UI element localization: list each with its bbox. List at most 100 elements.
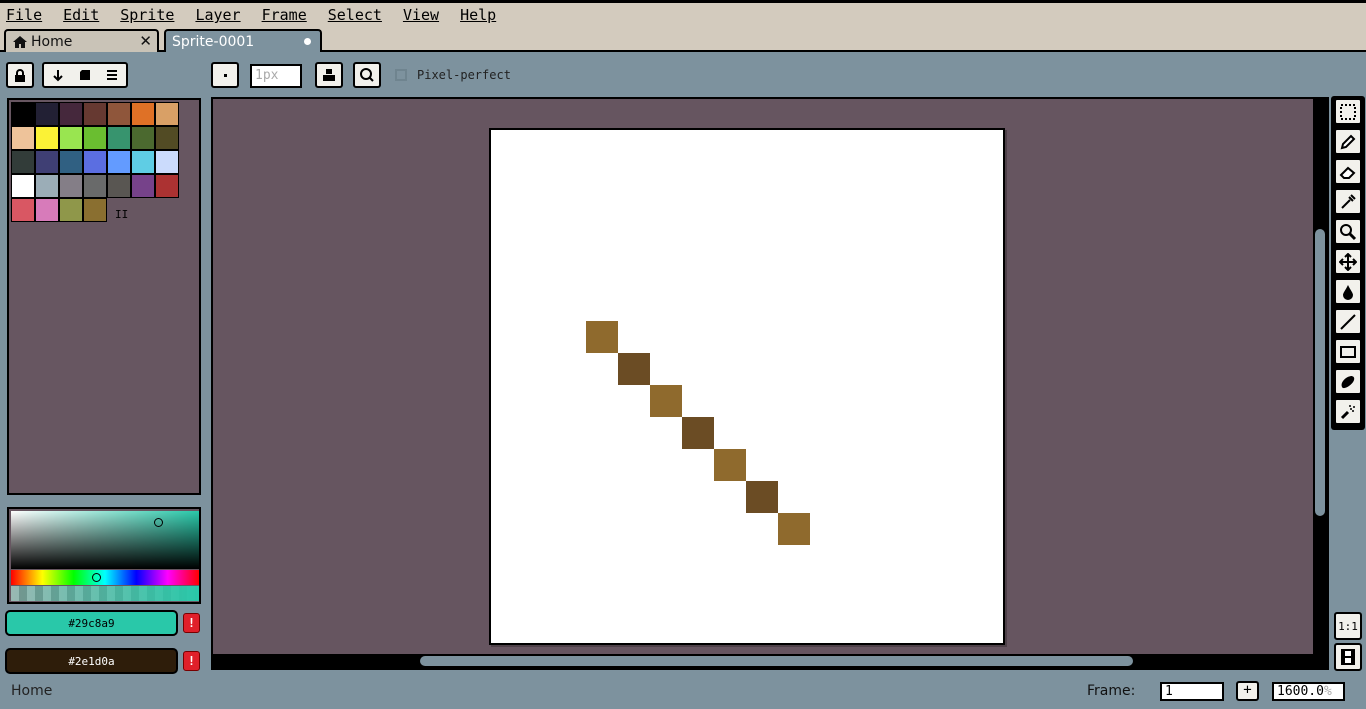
symmetry-button[interactable] [353, 62, 381, 88]
horizontal-scroll-thumb[interactable] [420, 656, 1133, 666]
fill-tool[interactable] [1334, 278, 1362, 305]
vertical-scrollbar[interactable] [1313, 99, 1327, 668]
one-to-one-label: 1:1 [1338, 619, 1358, 633]
palette-swatch[interactable] [107, 174, 131, 198]
palette-swatch[interactable] [83, 150, 107, 174]
save-palette-icon[interactable] [79, 69, 91, 81]
sv-cursor[interactable] [154, 518, 163, 527]
palette-swatch[interactable] [59, 174, 83, 198]
spray-tool[interactable] [1334, 398, 1362, 425]
menu-help[interactable]: Help [456, 5, 496, 25]
palette-swatch[interactable] [11, 102, 35, 126]
lock-icon [15, 68, 25, 82]
pixel-perfect-label: Pixel-perfect [417, 68, 511, 82]
brush-size-input[interactable]: 1px [250, 64, 302, 88]
palette-swatch[interactable] [35, 174, 59, 198]
background-color-field[interactable]: #2e1d0a [5, 648, 178, 674]
tab-home[interactable]: Home ✕ [4, 29, 159, 52]
palette-swatch[interactable] [131, 102, 155, 126]
fg-warning-icon[interactable]: ! [183, 613, 200, 633]
palette-swatch[interactable] [131, 126, 155, 150]
foreground-color-field[interactable]: #29c8a9 [5, 610, 178, 636]
palette-swatch[interactable] [83, 102, 107, 126]
bg-warning-icon[interactable]: ! [183, 651, 200, 671]
palette-swatch[interactable] [131, 174, 155, 198]
palette-swatch[interactable] [107, 126, 131, 150]
brush-type-button[interactable] [211, 62, 239, 88]
sprite-editor[interactable] [211, 97, 1329, 670]
hue-cursor[interactable] [92, 573, 101, 582]
zoom-tool[interactable] [1334, 218, 1362, 245]
zoom-icon [1340, 223, 1357, 240]
palette-swatch[interactable] [11, 174, 35, 198]
palette-resize-handle[interactable]: II [115, 208, 128, 221]
one-to-one-button[interactable]: 1:1 [1334, 612, 1362, 640]
ellipse-tool[interactable] [1334, 368, 1362, 395]
palette-swatch[interactable] [83, 126, 107, 150]
menu-edit[interactable]: Edit [59, 5, 99, 25]
palette-swatch[interactable] [107, 150, 131, 174]
status-text: Home [11, 683, 53, 699]
palette-swatch[interactable] [155, 174, 179, 198]
palette-swatch[interactable] [35, 150, 59, 174]
zoom-input[interactable]: 1600.0% [1272, 682, 1345, 701]
menu-lines-icon[interactable] [106, 69, 118, 81]
tab-home-label: Home [31, 33, 73, 50]
palette-swatch[interactable] [155, 150, 179, 174]
zoom-value: 1600.0 [1277, 684, 1324, 699]
saturation-value-box[interactable] [11, 511, 199, 569]
filmstrip-icon [1341, 649, 1355, 665]
palette-swatch[interactable] [155, 102, 179, 126]
palette-swatch[interactable] [59, 198, 83, 222]
modified-dot-icon[interactable] [304, 38, 311, 45]
hue-slider[interactable] [11, 570, 199, 585]
palette-swatch[interactable] [83, 198, 107, 222]
menu-file[interactable]: File [2, 5, 42, 25]
menu-layer[interactable]: Layer [191, 5, 240, 25]
palette-swatch[interactable] [11, 198, 35, 222]
palette-swatch[interactable] [11, 126, 35, 150]
vertical-scroll-thumb[interactable] [1315, 229, 1325, 516]
close-tab-icon[interactable]: ✕ [139, 32, 152, 50]
eraser-tool[interactable] [1334, 158, 1362, 185]
palette-swatch[interactable] [83, 174, 107, 198]
menu-sprite[interactable]: Sprite [116, 5, 174, 25]
palette-swatch[interactable] [35, 126, 59, 150]
eyedropper-icon [1341, 193, 1356, 209]
palette-swatch[interactable] [59, 102, 83, 126]
palette-swatch[interactable] [35, 198, 59, 222]
tab-sprite[interactable]: Sprite-0001 [164, 29, 322, 52]
move-icon [1339, 252, 1357, 271]
alpha-slider[interactable] [11, 586, 199, 601]
line-tool[interactable] [1334, 308, 1362, 335]
zoom-unit: % [1323, 684, 1332, 699]
frame-label: Frame: [1087, 683, 1136, 699]
pencil-tool[interactable] [1334, 128, 1362, 155]
pixel-perfect-checkbox[interactable] [395, 69, 407, 81]
eyedropper-tool[interactable] [1334, 188, 1362, 215]
palette-swatch[interactable] [131, 150, 155, 174]
timeline-button[interactable] [1334, 643, 1362, 671]
add-frame-button[interactable]: + [1236, 681, 1259, 701]
ink-button[interactable] [315, 62, 343, 88]
bg-color-label: #2e1d0a [68, 654, 115, 668]
pencil-icon [1340, 134, 1356, 149]
menu-view[interactable]: View [399, 5, 439, 25]
palette-swatch[interactable] [59, 150, 83, 174]
palette-swatch[interactable] [11, 150, 35, 174]
sort-down-icon[interactable] [52, 69, 64, 82]
horizontal-scrollbar[interactable] [213, 654, 1327, 668]
sprite-canvas[interactable] [489, 128, 1005, 645]
palette-swatch[interactable] [107, 102, 131, 126]
palette-swatch[interactable] [59, 126, 83, 150]
palette-swatch[interactable] [155, 126, 179, 150]
rectangle-tool[interactable] [1334, 338, 1362, 365]
marquee-tool[interactable] [1334, 98, 1362, 125]
move-tool[interactable] [1334, 248, 1362, 275]
palette-swatch[interactable] [35, 102, 59, 126]
menu-frame[interactable]: Frame [258, 5, 307, 25]
menu-select[interactable]: Select [324, 5, 382, 25]
lock-button[interactable] [6, 62, 34, 88]
sprite-pixel [714, 449, 746, 481]
frame-input[interactable]: 1 [1160, 682, 1224, 701]
